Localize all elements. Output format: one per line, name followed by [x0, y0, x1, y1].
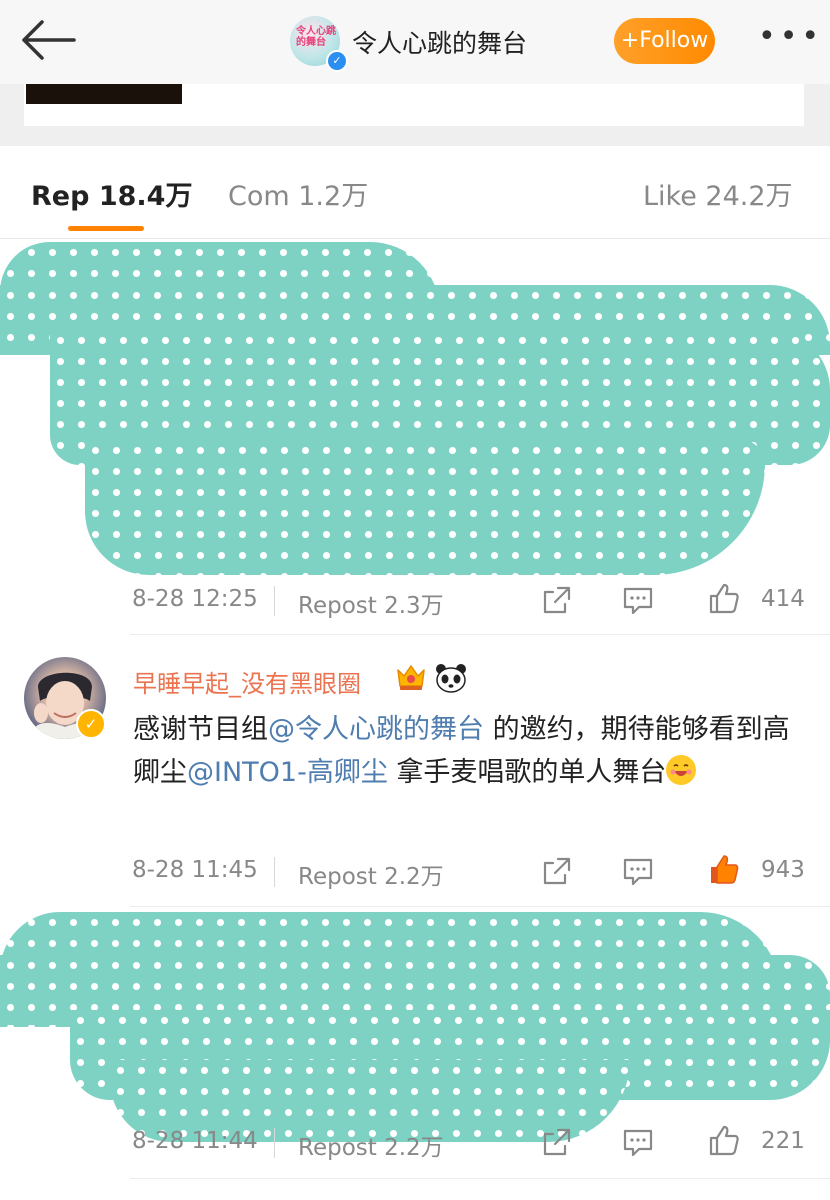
tab-reposts[interactable]: Rep 18.4万	[31, 174, 192, 213]
username[interactable]: 早睡早起_没有黑眼圈	[133, 664, 361, 699]
share-icon[interactable]	[541, 855, 573, 887]
tab-likes[interactable]: Like 24.2万	[643, 174, 793, 213]
comment-icon[interactable]	[622, 584, 654, 616]
tab-comments[interactable]: Com 1.2万	[228, 174, 368, 213]
share-icon[interactable]	[541, 584, 573, 616]
tabs-divider	[0, 238, 830, 239]
follow-button[interactable]: +Follow	[614, 18, 715, 64]
like-count: 414	[761, 586, 805, 612]
grin-emoji-icon	[666, 755, 697, 785]
verified-icon: ✓	[326, 50, 348, 72]
active-tab-indicator	[68, 226, 144, 231]
thumbs-up-icon[interactable]	[708, 1124, 740, 1156]
repost-time: 8-28 12:25	[132, 586, 258, 612]
like-count: 221	[761, 1128, 805, 1154]
repost-count[interactable]: Repost 2.3万	[298, 586, 444, 620]
repost-count[interactable]: Repost 2.2万	[298, 857, 444, 891]
crown-badge-icon[interactable]	[394, 660, 428, 694]
comment-icon[interactable]	[622, 855, 654, 887]
verified-icon: ✓	[76, 709, 106, 739]
row-divider	[130, 1178, 830, 1179]
separator	[274, 1128, 275, 1158]
thumbs-up-icon[interactable]	[708, 853, 740, 885]
row-divider	[130, 906, 830, 907]
top-bar: 令人心跳的舞台 ✓ 令人心跳的舞台 +Follow •••	[0, 0, 830, 84]
share-icon[interactable]	[541, 1126, 573, 1158]
avatar-logo-text: 令人心跳的舞台	[296, 26, 336, 48]
separator	[274, 586, 275, 616]
thumbs-up-icon[interactable]	[708, 582, 740, 614]
text-plain: 拿手麦唱歌的单人舞台	[387, 757, 667, 788]
account-title[interactable]: 令人心跳的舞台	[352, 24, 527, 60]
comment-icon[interactable]	[622, 1126, 654, 1158]
repost-text: 感谢节目组@令人心跳的舞台 的邀约，期待能够看到高卿尘@INTO1-高卿尘 拿手…	[133, 708, 813, 794]
more-options-icon[interactable]: •••	[758, 22, 823, 52]
mention-link[interactable]: @INTO1-高卿尘	[187, 757, 388, 788]
back-arrow-icon[interactable]	[18, 18, 78, 62]
mention-link[interactable]: @令人心跳的舞台	[268, 714, 484, 745]
panda-icon	[436, 664, 466, 693]
text-plain: 感谢节目组	[133, 714, 268, 745]
repost-time: 8-28 11:45	[132, 857, 258, 883]
like-count: 943	[761, 857, 805, 883]
post-image[interactable]	[26, 84, 182, 104]
repost-count[interactable]: Repost 2.2万	[298, 1128, 444, 1162]
row-divider	[130, 634, 830, 635]
repost-time: 8-28 11:44	[132, 1128, 258, 1154]
separator	[274, 857, 275, 887]
